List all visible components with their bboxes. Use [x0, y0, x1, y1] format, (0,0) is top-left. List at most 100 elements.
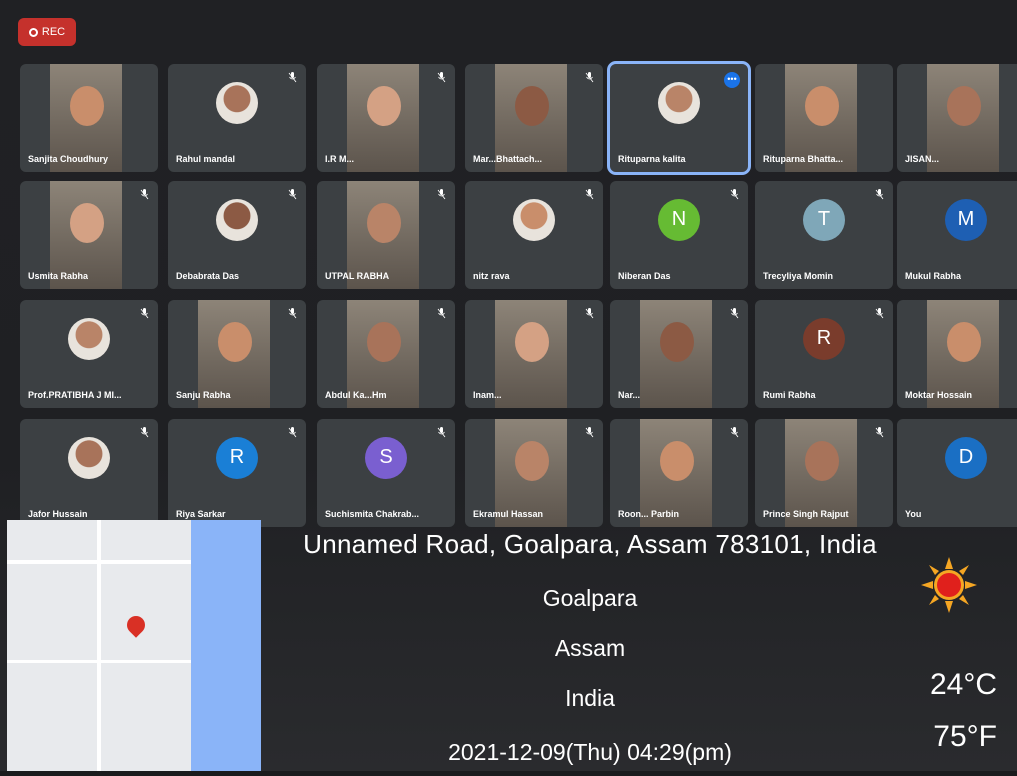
- participant-tile[interactable]: Inam...: [465, 300, 603, 408]
- participant-tile[interactable]: Ekramul Hassan: [465, 419, 603, 527]
- participant-profile-picture: [658, 81, 700, 124]
- participant-tile[interactable]: ••• Rituparna kalita: [607, 61, 751, 175]
- participant-name: UTPAL RABHA: [325, 271, 390, 281]
- participant-face: [805, 86, 839, 126]
- participant-initial-avatar: N: [658, 198, 700, 241]
- participant-tile[interactable]: Mar...Bhattach...: [465, 64, 603, 172]
- mic-muted-icon: [437, 427, 446, 438]
- participant-name: Usmita Rabha: [28, 271, 89, 281]
- participant-name: I.R M...: [325, 154, 354, 164]
- participant-face: [947, 322, 981, 362]
- participant-name: Riya Sarkar: [176, 509, 226, 519]
- mic-muted-icon: [585, 189, 594, 200]
- participant-tile[interactable]: D You: [897, 419, 1017, 527]
- participant-tile[interactable]: Rahul mandal: [168, 64, 306, 172]
- mic-muted-icon: [730, 308, 739, 319]
- participant-initial-avatar: T: [803, 198, 845, 241]
- participant-tile[interactable]: Abdul Ka...Hm: [317, 300, 455, 408]
- participant-tile[interactable]: nitz rava: [465, 181, 603, 289]
- participant-tile[interactable]: Prof.PRATIBHA J MI...: [20, 300, 158, 408]
- participant-name: Nar...: [618, 390, 641, 400]
- participant-tile[interactable]: Roon... Parbin: [610, 419, 748, 527]
- participant-initial-avatar: D: [945, 436, 987, 479]
- mic-muted-icon: [730, 427, 739, 438]
- mic-muted-icon: [288, 189, 297, 200]
- participant-name: Ekramul Hassan: [473, 509, 544, 519]
- participant-tile[interactable]: I.R M...: [317, 64, 455, 172]
- participant-name: Moktar Hossain: [905, 390, 973, 400]
- map-pin-icon: [123, 612, 149, 638]
- participant-name: Prof.PRATIBHA J MI...: [28, 390, 122, 400]
- country-text: India: [565, 685, 615, 711]
- participant-tile[interactable]: Moktar Hossain: [897, 300, 1017, 408]
- mic-muted-icon: [437, 308, 446, 319]
- location-map[interactable]: [7, 520, 261, 771]
- participant-tile[interactable]: R Rumi Rabha: [755, 300, 893, 408]
- participant-tile[interactable]: Nar...: [610, 300, 748, 408]
- mic-muted-icon: [288, 308, 297, 319]
- participant-profile-picture: [216, 198, 258, 241]
- participant-tile[interactable]: Usmita Rabha: [20, 181, 158, 289]
- participant-face: [515, 86, 549, 126]
- participant-face: [515, 322, 549, 362]
- participant-tile[interactable]: Jafor Hussain: [20, 419, 158, 527]
- participant-name: Prince Singh Rajput: [763, 509, 849, 519]
- participant-name: Inam...: [473, 390, 502, 400]
- mic-muted-icon: [585, 427, 594, 438]
- participant-tile[interactable]: M Mukul Rabha: [897, 181, 1017, 289]
- participant-video: [347, 64, 419, 172]
- participant-name: Rumi Rabha: [763, 390, 816, 400]
- participant-initial-avatar: R: [803, 317, 845, 360]
- participant-video: [495, 300, 567, 408]
- participant-name: Roon... Parbin: [618, 509, 680, 519]
- participant-name: Niberan Das: [618, 271, 671, 281]
- mic-muted-icon: [875, 189, 884, 200]
- mic-muted-icon: [585, 308, 594, 319]
- mic-muted-icon: [875, 308, 884, 319]
- participant-name: Debabrata Das: [176, 271, 240, 281]
- mic-muted-icon: [140, 308, 149, 319]
- participant-name: Sanjita Choudhury: [28, 154, 109, 164]
- participant-name: Jafor Hussain: [28, 509, 88, 519]
- participant-tile[interactable]: UTPAL RABHA: [317, 181, 455, 289]
- participant-name: Sanju Rabha: [176, 390, 231, 400]
- participant-face: [218, 322, 252, 362]
- participant-name: You: [905, 509, 922, 519]
- participant-tile[interactable]: R Riya Sarkar: [168, 419, 306, 527]
- recording-badge: REC: [18, 18, 76, 46]
- participant-profile-picture: [513, 198, 555, 241]
- participant-tile[interactable]: Debabrata Das: [168, 181, 306, 289]
- recording-label: REC: [41, 26, 66, 38]
- participant-name: Rituparna kalita: [618, 154, 686, 164]
- more-options-icon[interactable]: •••: [724, 72, 740, 88]
- participant-profile-picture: [68, 317, 110, 360]
- participant-tile[interactable]: Sanju Rabha: [168, 300, 306, 408]
- participant-face: [367, 86, 401, 126]
- participant-video: [640, 300, 712, 408]
- participant-tile[interactable]: JISAN...: [897, 64, 1017, 172]
- participant-face: [947, 86, 981, 126]
- weather-panel: 24°C 75°F: [897, 520, 1007, 771]
- participant-face: [367, 203, 401, 243]
- sun-icon: [921, 557, 977, 613]
- temperature-fahrenheit: 75°F: [933, 720, 997, 753]
- record-icon: [28, 27, 38, 37]
- map-road: [7, 660, 197, 663]
- mic-muted-icon: [288, 427, 297, 438]
- participant-name: JISAN...: [905, 154, 940, 164]
- participant-tile[interactable]: Rituparna Bhatta...: [755, 64, 893, 172]
- participant-face: [660, 322, 694, 362]
- participant-tile[interactable]: Sanjita Choudhury: [20, 64, 158, 172]
- participant-name: Mar...Bhattach...: [473, 154, 543, 164]
- state-text: Assam: [554, 635, 626, 661]
- datetime-text: 2021-12-09(Thu) 04:29(pm): [448, 739, 732, 765]
- participant-tile[interactable]: T Trecyliya Momin: [755, 181, 893, 289]
- participant-name: nitz rava: [473, 271, 510, 281]
- participant-tile[interactable]: S Suchismita Chakrab...: [317, 419, 455, 527]
- participant-tile[interactable]: N Niberan Das: [610, 181, 748, 289]
- participant-face: [70, 203, 104, 243]
- map-water: [191, 520, 261, 771]
- city-text: Goalpara: [542, 585, 638, 611]
- mic-muted-icon: [140, 427, 149, 438]
- participant-tile[interactable]: Prince Singh Rajput: [755, 419, 893, 527]
